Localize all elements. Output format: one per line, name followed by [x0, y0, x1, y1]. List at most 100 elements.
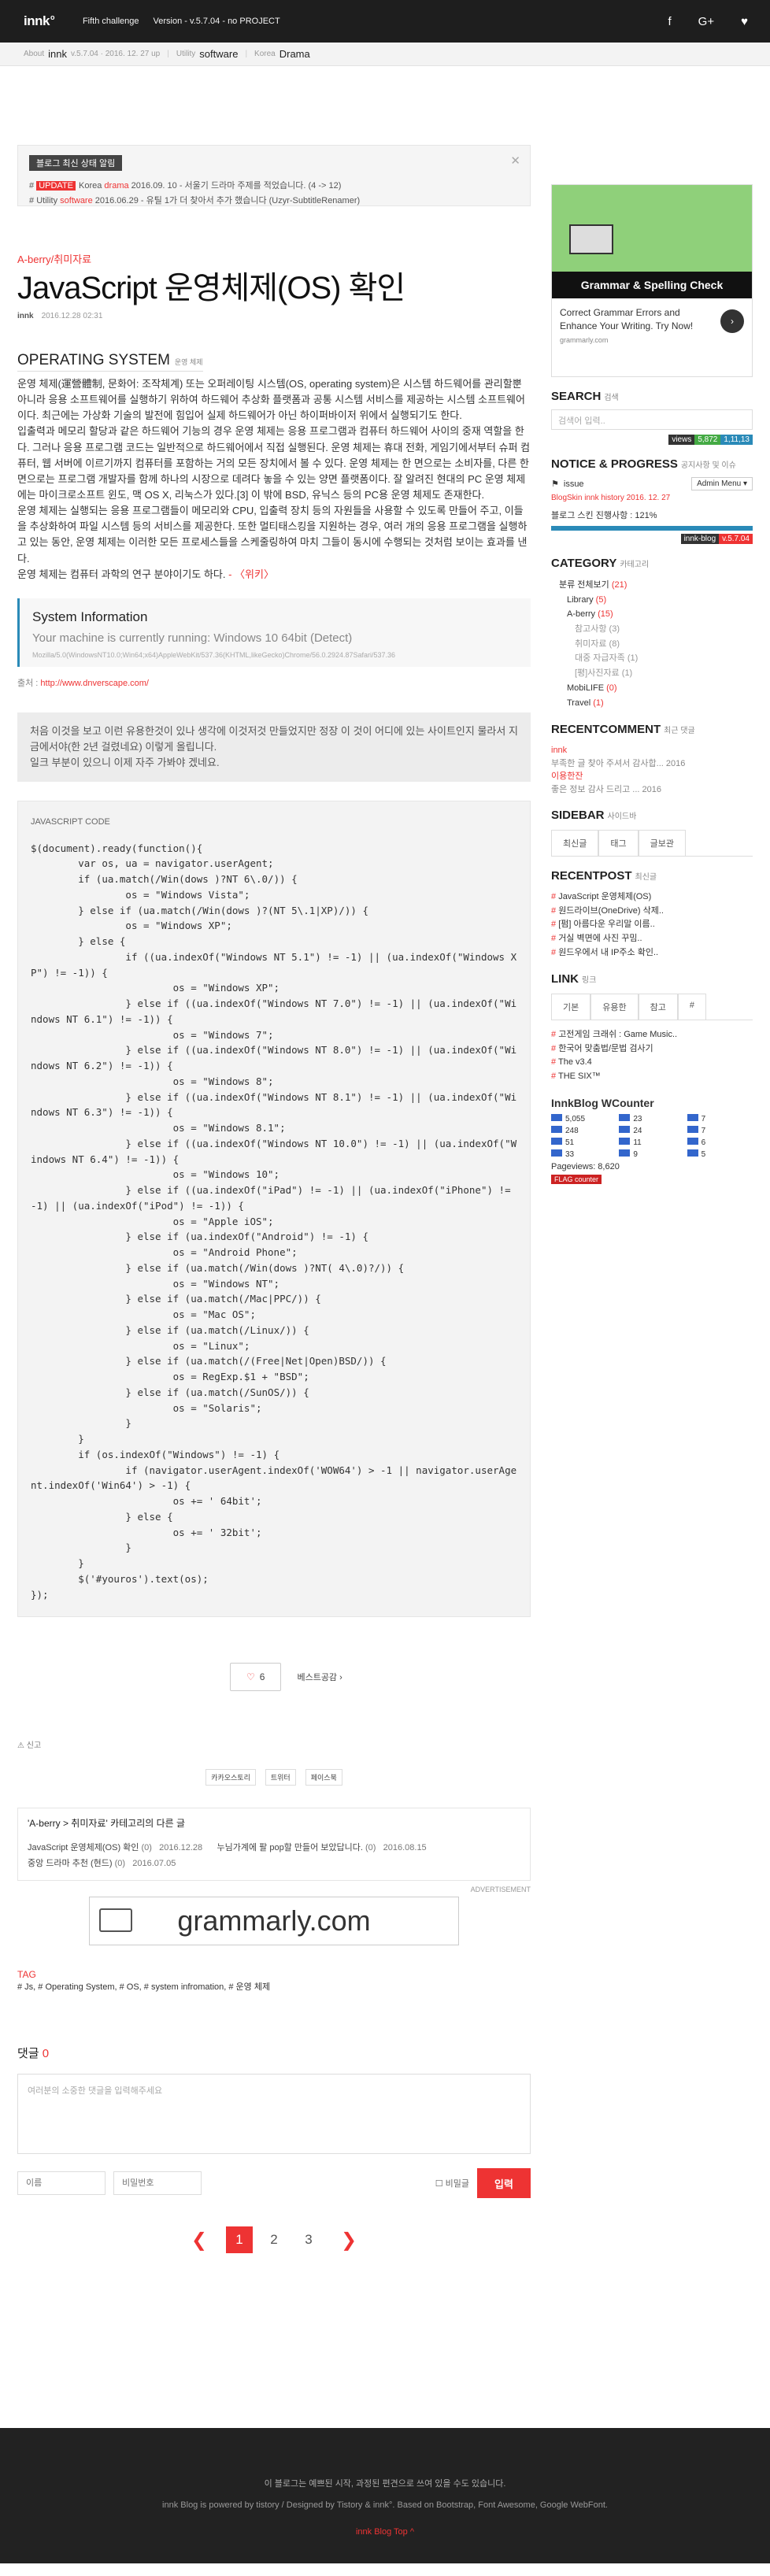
update-badge: UPDATE — [36, 181, 76, 191]
menu-item-version[interactable]: Version - v.5.7.04 - no PROJECT — [154, 17, 280, 26]
best-like-link[interactable]: 베스트공감 › — [297, 1671, 342, 1683]
related-link[interactable]: JavaScript 운영체제(OS) 확인 — [28, 1843, 139, 1852]
crumb-utility[interactable]: software — [199, 48, 238, 60]
name-field[interactable] — [17, 2171, 106, 2196]
counter-cell: 9 — [619, 1149, 684, 1159]
flag-icon — [687, 1137, 698, 1145]
category-list: 분류 전체보기 (21) Library (5) A-berry (15) 참고사항 … — [551, 578, 753, 710]
counter-cell: 7 — [687, 1125, 753, 1135]
section-heading: OPERATING SYSTEM 운영 체제 — [17, 352, 203, 372]
source-line: 출처 : http://www.dnverscape.com/ — [17, 678, 149, 688]
category-item[interactable]: Library (5) — [551, 593, 753, 608]
comment-heading: 댓글 0 — [17, 2047, 50, 2061]
link-item[interactable]: # 한국어 맞춤법/문법 검사기 — [551, 1042, 753, 1057]
ad-desc: Correct Grammar Errors and Enhance Your … — [560, 307, 694, 331]
page-3[interactable]: 3 — [295, 2226, 322, 2253]
ad-banner[interactable]: grammarly.com — [89, 1897, 459, 1946]
recent-post-item[interactable]: # 원드라이브(OneDrive) 삭제.. — [551, 905, 753, 919]
page-1[interactable]: 1 — [226, 2226, 253, 2254]
recent-post-item[interactable]: # JavaScript 운영체제(OS) — [551, 890, 753, 905]
password-field[interactable] — [113, 2171, 202, 2196]
code-body: $(document).ready(function(){ var os, ua… — [31, 842, 517, 1601]
recent-post-item[interactable]: # [펌] 아름다운 우리말 이름.. — [551, 918, 753, 932]
recent-post-item[interactable]: # 원드우에서 내 IP주소 확인.. — [551, 946, 753, 960]
google-plus-icon[interactable]: G+ — [698, 15, 714, 28]
tab-archive[interactable]: 글보관 — [638, 830, 686, 857]
ad-url: grammarly.com — [560, 335, 609, 344]
crumb-about-label: About — [24, 50, 45, 58]
tab-recent[interactable]: 최신글 — [551, 830, 599, 857]
category-item[interactable]: 분류 전체보기 (21) — [551, 578, 753, 593]
menu-item-challenge[interactable]: Fifth challenge — [83, 17, 139, 26]
secret-checkbox[interactable]: ☐ 비밀글 — [435, 2177, 469, 2189]
category-item[interactable]: Travel (1) — [551, 696, 753, 711]
tag-list[interactable]: # Js, # Operating System, # OS, # system… — [17, 1980, 531, 1993]
views-counter: views 5,872 1,11,13 — [551, 435, 753, 445]
recent-post-item[interactable]: # 거실 벽면에 사진 꾸밈.. — [551, 932, 753, 946]
search-heading: SEARCH 검색 — [551, 390, 619, 403]
admin-menu-select[interactable]: Admin Menu ▾ — [691, 477, 753, 490]
link-item[interactable]: # The v3.4 — [551, 1056, 753, 1070]
counter-cell: 51 — [551, 1137, 616, 1147]
site-logo[interactable]: innko — [24, 13, 54, 29]
prev-page-icon[interactable]: ❮ — [180, 2229, 218, 2252]
tab-basic[interactable]: 기본 — [551, 994, 591, 1020]
tab-reference[interactable]: 참고 — [638, 994, 678, 1020]
category-item[interactable]: A-berry (15) — [551, 607, 753, 622]
tab-hash[interactable]: # — [677, 994, 706, 1020]
facebook-icon[interactable]: f — [668, 15, 671, 28]
back-to-top-link[interactable]: innk Blog Top ^ — [0, 2527, 770, 2537]
paragraph: 입출력과 메모리 할당과 같은 하드웨어 기능의 경우 운영 체제는 응용 프로… — [17, 425, 531, 501]
related-link[interactable]: 중앙 드라마 추천 (현드) — [28, 1859, 113, 1868]
heart-icon[interactable]: ♥ — [741, 15, 748, 28]
related-link[interactable]: 누님가계에 팔 pop할 만들어 보았답니다. — [217, 1843, 363, 1852]
tab-tags[interactable]: 태그 — [598, 830, 639, 857]
recent-comment[interactable]: innk 부족한 글 찾아 주셔서 감사합... 2016 — [551, 744, 753, 770]
comment-textarea[interactable]: 여러분의 소중한 댓글을 입력해주세요 — [17, 2074, 531, 2155]
related-row: JavaScript 운영체제(OS) 확인 (0) 2016.12.28 누님… — [28, 1843, 427, 1853]
category-item[interactable]: 참고사항 (3) — [551, 622, 753, 637]
counter-cell: 7 — [687, 1113, 753, 1123]
recent-comment-heading: RECENTCOMMENT 최근 댓글 — [551, 723, 695, 737]
submit-button[interactable]: 입력 — [477, 2168, 531, 2199]
crumb-korea[interactable]: Drama — [279, 48, 310, 60]
arrow-right-icon[interactable]: › — [720, 309, 744, 333]
tag-label: TAG — [17, 1969, 36, 1981]
ad-title: Grammar & Spelling Check — [552, 272, 752, 298]
category-item[interactable]: [평]사진자료 (1) — [551, 666, 753, 681]
quote-box: 처음 이것을 보고 이런 유용한것이 있나 생각에 이것저것 만들었지만 정장 … — [17, 712, 531, 783]
search-input[interactable]: 검색어 입력.. — [551, 409, 753, 430]
counter-cell: 11 — [619, 1137, 684, 1147]
category-item[interactable]: MobiLIFE (0) — [551, 681, 753, 696]
link-item[interactable]: # 고전게임 크래쉬 : Game Music.. — [551, 1028, 753, 1042]
page-2[interactable]: 2 — [261, 2226, 287, 2253]
paragraph: 운영 체제는 실행되는 응용 프로그램들이 메모리와 CPU, 입출력 장치 등… — [17, 505, 528, 564]
notice-row[interactable]: # Utility software 2016.06.29 - 유틸 1가 더 … — [29, 194, 519, 206]
notice-row[interactable]: # UPDATE Korea drama 2016.09. 10 - 서울기 드라… — [29, 179, 519, 191]
share-twitter-button[interactable]: 트위터 — [265, 1769, 296, 1786]
link-heading: LINK 링크 — [551, 972, 597, 986]
category-item[interactable]: 대중 자급자족 (1) — [551, 651, 753, 666]
source-link[interactable]: http://www.dnverscape.com/ — [40, 679, 149, 688]
next-page-icon[interactable]: ❯ — [330, 2229, 368, 2252]
close-icon[interactable]: ✕ — [510, 154, 520, 168]
category-item[interactable]: 취미자료 (8) — [551, 637, 753, 652]
wiki-link[interactable]: - 〈위키〉 — [225, 568, 274, 580]
post-author[interactable]: innk — [17, 312, 34, 320]
tab-useful[interactable]: 유용한 — [590, 994, 639, 1020]
issue-link[interactable]: BlogSkin innk history 2016. 12. 27 — [551, 494, 753, 502]
share-facebook-button[interactable]: 페이스북 — [305, 1769, 342, 1786]
system-info-title: System Information — [32, 609, 148, 624]
side-ad[interactable]: Grammar & Spelling Check Correct Grammar… — [551, 184, 753, 377]
flag-counter[interactable]: InnkBlog WCounter 5,055 23 7 248 24 7 51 11 6 33 9… — [551, 1097, 753, 1184]
recent-posts: # JavaScript 운영체제(OS) # 원드라이브(OneDrive) … — [551, 890, 753, 960]
post-category[interactable]: A-berry/취미자료 — [17, 251, 531, 266]
share-kakaostory-button[interactable]: 카카오스토리 — [205, 1769, 256, 1786]
crumb-name[interactable]: innk — [48, 48, 67, 60]
report-link[interactable]: ⚠ 신고 — [17, 1738, 531, 1750]
like-button[interactable]: ♡ 6 — [230, 1663, 282, 1692]
system-info-box: System Information Your machine is curre… — [17, 598, 531, 667]
footer: 이 블로그는 예쁘된 시작, 과정된 편견으로 쓰여 있을 수도 있습니다. i… — [0, 2428, 770, 2563]
recent-comment[interactable]: 이용한잔 좋은 정보 감사 드리고 ... 2016 — [551, 770, 753, 796]
link-item[interactable]: # THE SIX™ — [551, 1070, 753, 1084]
